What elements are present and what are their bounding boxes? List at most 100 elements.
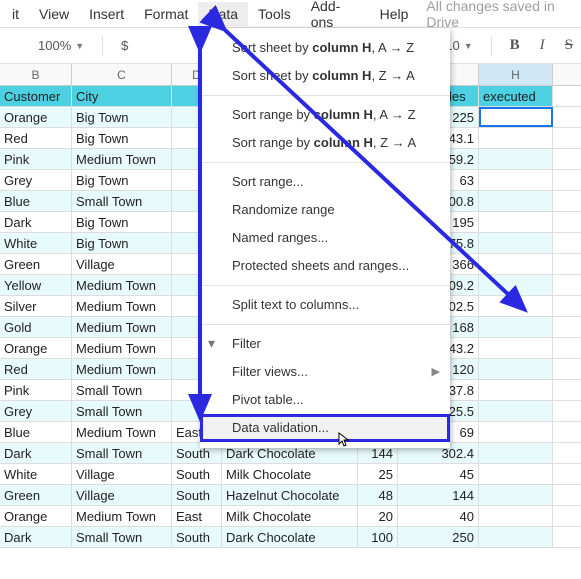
cell[interactable]: 48 bbox=[358, 485, 398, 505]
menu-data[interactable]: Data bbox=[198, 2, 248, 26]
cell[interactable] bbox=[479, 149, 553, 169]
cell[interactable]: Red bbox=[0, 128, 72, 148]
menu-sort-range[interactable]: Sort range... bbox=[200, 168, 450, 196]
cell[interactable] bbox=[479, 338, 553, 358]
menu-named-ranges[interactable]: Named ranges... bbox=[200, 224, 450, 252]
cell[interactable]: South bbox=[172, 527, 222, 547]
header-cell[interactable]: Customer bbox=[0, 86, 72, 106]
cell[interactable]: Small Town bbox=[72, 401, 172, 421]
header-cell[interactable]: City bbox=[72, 86, 172, 106]
cell[interactable]: Big Town bbox=[72, 233, 172, 253]
menu-sort-range-az[interactable]: Sort range by column H, A → Z bbox=[200, 101, 450, 129]
cell[interactable]: Small Town bbox=[72, 443, 172, 463]
cell[interactable]: Medium Town bbox=[72, 317, 172, 337]
cell[interactable]: Medium Town bbox=[72, 296, 172, 316]
cell[interactable]: Pink bbox=[0, 149, 72, 169]
cell[interactable]: Green bbox=[0, 254, 72, 274]
cell[interactable]: Blue bbox=[0, 422, 72, 442]
cell[interactable]: Pink bbox=[0, 380, 72, 400]
bold-button[interactable]: B bbox=[502, 33, 528, 58]
cell[interactable] bbox=[479, 359, 553, 379]
col-header-b[interactable]: B bbox=[0, 64, 72, 85]
cell[interactable]: Village bbox=[72, 254, 172, 274]
menu-randomize-range[interactable]: Randomize range bbox=[200, 196, 450, 224]
cell[interactable] bbox=[479, 485, 553, 505]
menu-filter-views[interactable]: Filter views...▶ bbox=[200, 358, 450, 386]
cell[interactable]: Village bbox=[72, 464, 172, 484]
cell[interactable]: Green bbox=[0, 485, 72, 505]
currency-button[interactable]: $ bbox=[113, 34, 136, 57]
cell[interactable]: Dark bbox=[0, 443, 72, 463]
menu-view[interactable]: View bbox=[29, 2, 79, 26]
cell[interactable]: Grey bbox=[0, 401, 72, 421]
menu-sort-sheet-za[interactable]: Sort sheet by column H, Z → A bbox=[200, 62, 450, 90]
cell[interactable] bbox=[479, 401, 553, 421]
cell[interactable]: 20 bbox=[358, 506, 398, 526]
cell[interactable] bbox=[479, 233, 553, 253]
cell[interactable] bbox=[479, 107, 553, 127]
cell[interactable] bbox=[479, 506, 553, 526]
cell[interactable]: Milk Chocolate bbox=[222, 506, 358, 526]
cell[interactable] bbox=[479, 422, 553, 442]
cell[interactable]: 25 bbox=[358, 464, 398, 484]
cell[interactable]: Medium Town bbox=[72, 149, 172, 169]
menu-split-text[interactable]: Split text to columns... bbox=[200, 291, 450, 319]
cell[interactable]: 250 bbox=[398, 527, 479, 547]
cell[interactable]: 40 bbox=[398, 506, 479, 526]
cell[interactable] bbox=[479, 170, 553, 190]
cell[interactable]: Small Town bbox=[72, 527, 172, 547]
cell[interactable]: Gold bbox=[0, 317, 72, 337]
cell[interactable] bbox=[479, 191, 553, 211]
cell[interactable]: Dark bbox=[0, 212, 72, 232]
cell[interactable]: Small Town bbox=[72, 191, 172, 211]
cell[interactable]: Milk Chocolate bbox=[222, 464, 358, 484]
menu-sort-sheet-az[interactable]: Sort sheet by column H, A → Z bbox=[200, 34, 450, 62]
cell[interactable]: Dark bbox=[0, 527, 72, 547]
cell[interactable] bbox=[479, 380, 553, 400]
cell[interactable]: Medium Town bbox=[72, 275, 172, 295]
cell[interactable] bbox=[479, 275, 553, 295]
menu-tools[interactable]: Tools bbox=[248, 2, 301, 26]
cell[interactable]: Yellow bbox=[0, 275, 72, 295]
cell[interactable]: Big Town bbox=[72, 170, 172, 190]
menu-edit[interactable]: it bbox=[2, 2, 29, 26]
menu-pivot-table[interactable]: Pivot table... bbox=[200, 386, 450, 414]
menu-filter[interactable]: ▾Filter bbox=[200, 330, 450, 358]
cell[interactable]: 144 bbox=[398, 485, 479, 505]
cell[interactable]: Medium Town bbox=[72, 422, 172, 442]
cell[interactable]: Small Town bbox=[72, 380, 172, 400]
cell[interactable]: Orange bbox=[0, 506, 72, 526]
cell[interactable]: Dark Chocolate bbox=[222, 527, 358, 547]
cell[interactable]: Medium Town bbox=[72, 359, 172, 379]
menu-help[interactable]: Help bbox=[370, 2, 419, 26]
col-header-h[interactable]: H bbox=[479, 64, 553, 85]
cell[interactable]: Big Town bbox=[72, 107, 172, 127]
cell[interactable]: South bbox=[172, 464, 222, 484]
cell[interactable]: Hazelnut Chocolate bbox=[222, 485, 358, 505]
cell[interactable]: Blue bbox=[0, 191, 72, 211]
cell[interactable]: Red bbox=[0, 359, 72, 379]
cell[interactable]: Village bbox=[72, 485, 172, 505]
cell[interactable]: East bbox=[172, 506, 222, 526]
cell[interactable]: Big Town bbox=[72, 128, 172, 148]
menu-data-validation[interactable]: Data validation... bbox=[200, 414, 450, 442]
cell[interactable]: South bbox=[172, 485, 222, 505]
italic-button[interactable]: I bbox=[532, 33, 553, 58]
cell[interactable]: Medium Town bbox=[72, 338, 172, 358]
menu-insert[interactable]: Insert bbox=[79, 2, 134, 26]
zoom-select[interactable]: 100%▼ bbox=[30, 34, 92, 57]
cell[interactable]: Big Town bbox=[72, 212, 172, 232]
strike-button[interactable]: S bbox=[557, 33, 581, 58]
cell[interactable]: White bbox=[0, 233, 72, 253]
cell[interactable]: Orange bbox=[0, 338, 72, 358]
cell[interactable] bbox=[479, 527, 553, 547]
cell[interactable]: 100 bbox=[358, 527, 398, 547]
menu-sort-range-za[interactable]: Sort range by column H, Z → A bbox=[200, 129, 450, 157]
cell[interactable]: Silver bbox=[0, 296, 72, 316]
col-header-c[interactable]: C bbox=[72, 64, 172, 85]
cell[interactable] bbox=[479, 296, 553, 316]
cell[interactable]: Grey bbox=[0, 170, 72, 190]
cell[interactable] bbox=[479, 443, 553, 463]
cell[interactable] bbox=[479, 128, 553, 148]
cell[interactable] bbox=[479, 464, 553, 484]
